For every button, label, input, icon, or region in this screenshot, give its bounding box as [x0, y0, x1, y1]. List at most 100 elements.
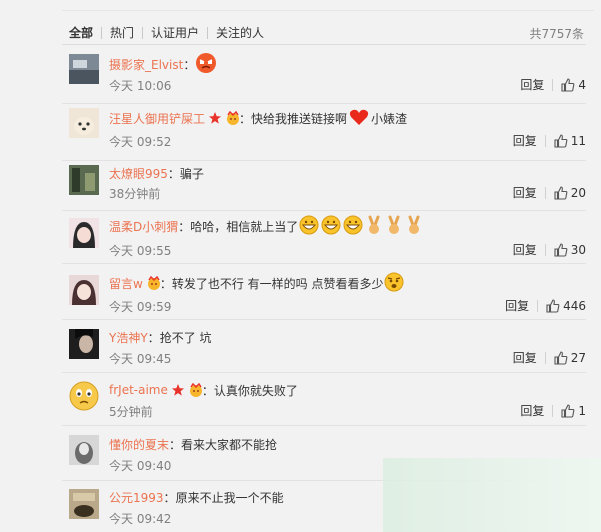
tab-verified-users[interactable]: 认证用户	[143, 25, 207, 41]
action-separator	[552, 404, 554, 417]
comment-item: 留言w ： 转发了也不行 有一样的吗 点赞看看多少 今天 09:59 回复 44…	[62, 272, 586, 320]
victory-hand-emoji-icon	[364, 215, 384, 238]
like-count: 446	[563, 298, 586, 313]
timestamp: 今天 09:45	[109, 352, 172, 366]
action-separator	[544, 134, 546, 147]
colon: ：	[201, 383, 214, 398]
colon: ：	[169, 437, 182, 452]
like-count: 20	[570, 185, 586, 200]
like-button[interactable]: 20	[554, 186, 586, 200]
like-count: 1	[578, 403, 586, 418]
colon: ：	[183, 57, 196, 72]
reply-button[interactable]: 回复	[505, 297, 529, 314]
comment-text: 看来大家都不能抢	[181, 437, 278, 452]
timestamp: 今天 09:59	[109, 300, 172, 314]
total-count: 共7757条	[529, 27, 584, 41]
username[interactable]: Y浩神Y	[109, 329, 148, 346]
grinning-face-emoji-icon	[320, 215, 342, 238]
username[interactable]: 摄影家_Elvist	[109, 56, 183, 73]
top-divider	[62, 10, 594, 11]
colon: ：	[147, 330, 160, 345]
thumbs-up-icon	[554, 133, 568, 148]
red-star-badge-icon	[171, 383, 185, 397]
timestamp: 今天 09:52	[109, 135, 172, 149]
tab-hot[interactable]: 热门	[102, 25, 142, 41]
tab-all[interactable]: 全部	[69, 25, 101, 41]
reply-button[interactable]: 回复	[513, 132, 537, 149]
action-separator	[544, 186, 546, 199]
username[interactable]: 公元1993	[109, 489, 164, 506]
action-separator	[537, 299, 539, 312]
avatar[interactable]	[69, 108, 99, 138]
timestamp: 5分钟前	[109, 405, 153, 419]
comment-item: Y浩神Y ： 抢不了 坑 今天 09:45 回复 27	[62, 329, 586, 373]
reply-button[interactable]: 回复	[513, 349, 537, 366]
avatar[interactable]	[69, 381, 99, 411]
username[interactable]: 懂你的夏末	[109, 436, 169, 453]
like-count: 27	[570, 350, 586, 365]
like-count: 30	[570, 242, 586, 257]
thumbs-up-icon	[561, 77, 575, 92]
comment-divider	[62, 103, 586, 104]
comment-text: 抢不了 坑	[159, 330, 212, 345]
username[interactable]: 温柔D小刺猬	[109, 218, 178, 235]
like-button[interactable]: 11	[554, 134, 586, 148]
timestamp: 今天 10:06	[109, 79, 172, 93]
like-button[interactable]: 4	[561, 78, 586, 92]
colon: ：	[159, 276, 172, 291]
avatar[interactable]	[69, 329, 99, 359]
username[interactable]: 留言w	[109, 275, 143, 292]
avatar[interactable]	[69, 218, 99, 248]
like-button[interactable]: 27	[554, 351, 586, 365]
like-button[interactable]: 1	[561, 404, 586, 418]
comment-divider	[62, 160, 586, 161]
comment-item: 温柔D小刺猬 ： 哈哈，相信就上当了 今天 09:55 回复 30	[62, 215, 586, 264]
username[interactable]: 太燎眼995	[109, 165, 168, 182]
username[interactable]: frJet-aime	[109, 383, 168, 397]
comment-divider	[62, 263, 586, 264]
colon: ：	[239, 111, 252, 126]
timestamp: 今天 09:40	[109, 459, 172, 473]
comment-divider	[62, 425, 586, 426]
like-button[interactable]: 446	[546, 299, 586, 313]
colon: ：	[178, 219, 191, 234]
reply-button[interactable]: 回复	[520, 76, 544, 93]
username[interactable]: 汪星人御用铲屎工	[109, 110, 205, 127]
heart-emoji-icon	[349, 108, 369, 129]
action-separator	[544, 243, 546, 256]
comment-item: 太燎眼995 ： 骗子 38分钟前 回复 20	[62, 165, 586, 211]
comment-divider	[62, 372, 586, 373]
timestamp: 今天 09:55	[109, 244, 172, 258]
action-separator	[544, 351, 546, 364]
avatar[interactable]	[69, 165, 99, 195]
avatar[interactable]	[69, 275, 99, 305]
avatar[interactable]	[69, 435, 99, 465]
reply-button[interactable]: 回复	[513, 241, 537, 258]
colon: ：	[167, 166, 180, 181]
grinning-face-emoji-icon	[342, 215, 364, 238]
member-crown-badge-icon	[188, 382, 202, 397]
reply-button[interactable]: 回复	[520, 402, 544, 419]
colon: ：	[163, 490, 176, 505]
thumbs-up-icon	[561, 403, 575, 418]
thumbs-up-icon	[546, 298, 560, 313]
thumbs-up-icon	[554, 350, 568, 365]
timestamp: 今天 09:42	[109, 512, 172, 526]
comment-item: 摄影家_Elvist ： 今天 10:06 回复 4	[62, 52, 586, 104]
tabs-divider	[62, 44, 586, 45]
reply-button[interactable]: 回复	[513, 184, 537, 201]
avatar[interactable]	[69, 489, 99, 519]
watermark-overlay	[383, 458, 601, 532]
like-button[interactable]: 30	[554, 243, 586, 257]
victory-hand-emoji-icon	[404, 215, 424, 238]
thumbs-up-icon	[554, 242, 568, 257]
comment-text: 快给我推送链接啊	[251, 111, 348, 126]
tab-following[interactable]: 关注的人	[208, 25, 272, 41]
red-star-badge-icon	[208, 111, 222, 125]
angry-face-emoji-icon	[195, 52, 217, 77]
grinning-face-emoji-icon	[298, 215, 320, 238]
comment-text: 认真你就失败了	[213, 383, 298, 398]
comment-text: 转发了也不行 有一样的吗 点赞看看多少	[171, 276, 384, 291]
like-count: 4	[578, 77, 586, 92]
avatar[interactable]	[69, 54, 99, 84]
